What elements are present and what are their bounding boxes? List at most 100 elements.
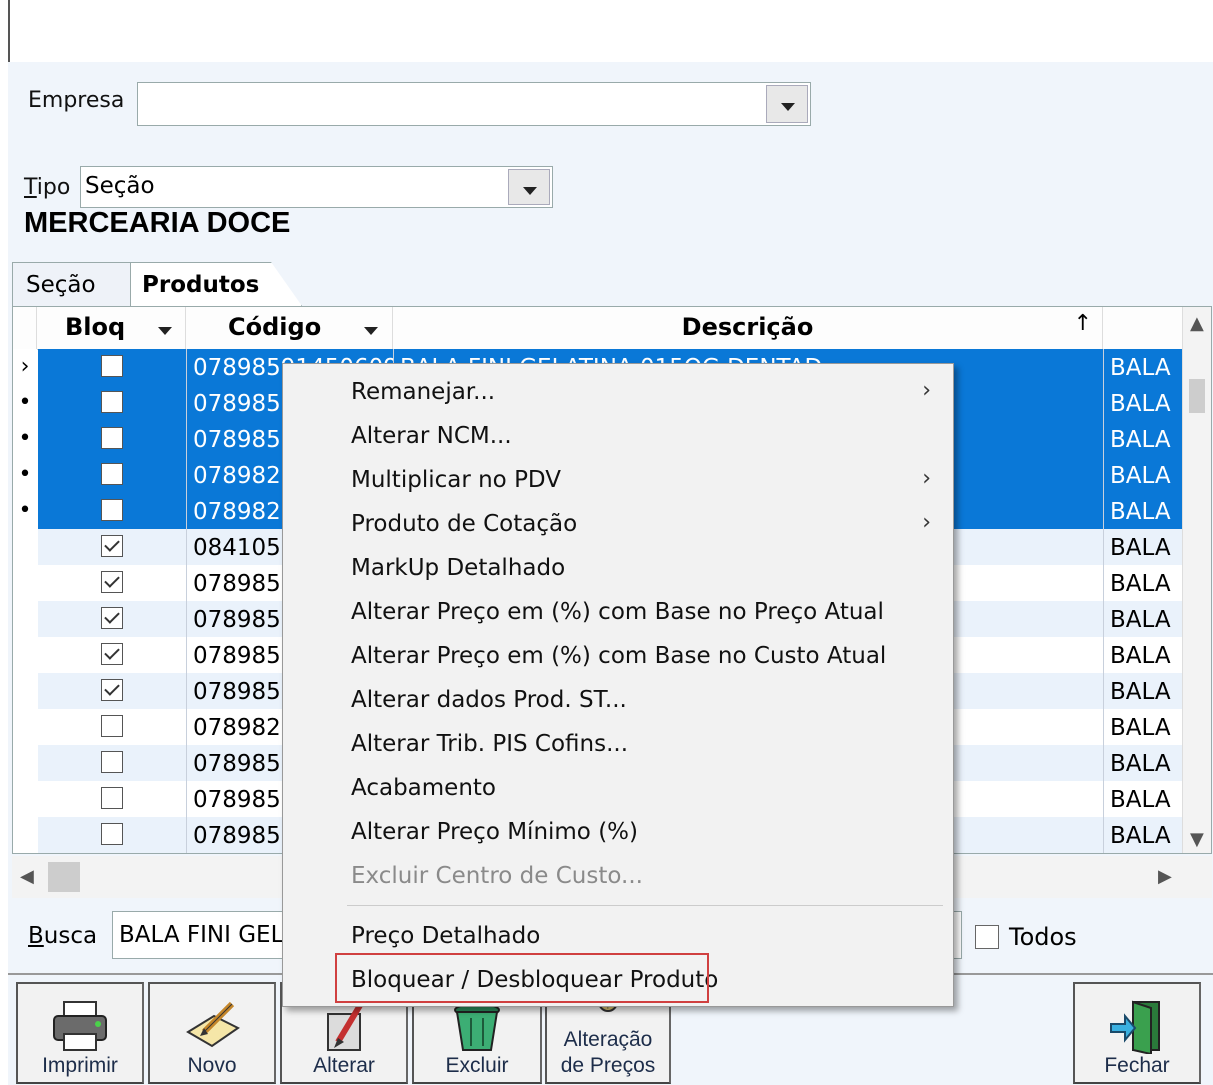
- horizontal-scroll-thumb[interactable]: [48, 862, 80, 892]
- bloq-checkbox[interactable]: [101, 679, 123, 701]
- scroll-down-icon[interactable]: ▼: [1190, 829, 1204, 850]
- sort-ascending-icon[interactable]: ↑: [1074, 311, 1092, 336]
- extra-cell: BALA F: [1103, 817, 1183, 853]
- menu-item-markup-detalhado[interactable]: MarkUp Detalhado: [283, 546, 953, 590]
- submenu-chevron-icon: ›: [922, 378, 931, 403]
- tab-secao[interactable]: Seção: [12, 262, 132, 306]
- tipo-combo[interactable]: Seção: [80, 166, 553, 208]
- extra-cell: BALA F: [1103, 385, 1183, 421]
- menu-item-label: Produto de Cotação: [351, 511, 578, 537]
- section-name: MERCEARIA DOCE: [24, 207, 291, 239]
- bloq-checkbox[interactable]: [101, 463, 123, 485]
- scroll-right-icon[interactable]: ▶: [1158, 866, 1172, 887]
- bloq-cell[interactable]: [38, 385, 186, 421]
- menu-item-alterar-ncm[interactable]: Alterar NCM...: [283, 414, 953, 458]
- col-descricao[interactable]: Descrição ↑: [393, 307, 1103, 349]
- row-indicator: [13, 781, 37, 817]
- scroll-left-icon[interactable]: ◀: [20, 866, 34, 887]
- bloq-checkbox[interactable]: [101, 751, 123, 773]
- bloq-cell[interactable]: [38, 745, 186, 781]
- tipo-label: Tipo: [24, 175, 71, 200]
- tab-produtos[interactable]: Produtos: [130, 262, 302, 306]
- menu-item-acabamento[interactable]: Acabamento: [283, 766, 953, 810]
- row-indicator: •: [13, 421, 37, 457]
- bloq-checkbox[interactable]: [101, 571, 123, 593]
- row-indicator: [13, 745, 37, 781]
- menu-item-label: Multiplicar no PDV: [351, 467, 561, 493]
- menu-item-alterar-preco-em-com-base-no-custo-atual[interactable]: Alterar Preço em (%) com Base no Custo A…: [283, 634, 953, 678]
- menu-item-label: Preço Detalhado: [351, 923, 541, 949]
- bloq-filter-arrow-icon[interactable]: [158, 327, 172, 335]
- menu-item-label: Alterar Trib. PIS Cofins...: [351, 731, 629, 757]
- menu-item-alterar-preco-minimo[interactable]: Alterar Preço Mínimo (%): [283, 810, 953, 854]
- menu-item-label: Alterar Preço Mínimo (%): [351, 819, 638, 845]
- extra-cell: BALA F: [1103, 421, 1183, 457]
- todos-checkbox-box[interactable]: [975, 925, 999, 949]
- bloq-cell[interactable]: [38, 637, 186, 673]
- row-indicator: [13, 637, 37, 673]
- imprimir-button[interactable]: Imprimir: [16, 982, 144, 1084]
- bloq-cell[interactable]: [38, 817, 186, 853]
- tipo-dropdown-arrow-icon[interactable]: [508, 169, 550, 205]
- bloq-cell[interactable]: [38, 421, 186, 457]
- extra-cell: BALA F: [1103, 601, 1183, 637]
- bloq-checkbox[interactable]: [101, 355, 123, 377]
- menu-item-remanejar[interactable]: Remanejar... ›: [283, 370, 953, 414]
- bloq-cell[interactable]: [38, 601, 186, 637]
- col-bloq[interactable]: Bloq: [38, 307, 186, 349]
- menu-item-alterar-trib-pis-cofins[interactable]: Alterar Trib. PIS Cofins...: [283, 722, 953, 766]
- printer-icon: [53, 1001, 107, 1051]
- fechar-button[interactable]: Fechar: [1073, 982, 1201, 1084]
- bloq-cell[interactable]: [38, 349, 186, 385]
- bloq-cell[interactable]: [38, 457, 186, 493]
- window-edge: [8, 0, 10, 62]
- busca-label: Busca: [28, 923, 98, 949]
- bloq-checkbox[interactable]: [101, 391, 123, 413]
- bloq-cell[interactable]: [38, 565, 186, 601]
- codigo-filter-arrow-icon[interactable]: [364, 327, 378, 335]
- empresa-combo[interactable]: [137, 82, 811, 126]
- menu-item-alterar-preco-em-com-base-no-preco-atual[interactable]: Alterar Preço em (%) com Base no Preço A…: [283, 590, 953, 634]
- vertical-scroll-thumb[interactable]: [1189, 379, 1205, 413]
- col-extra[interactable]: [1103, 307, 1183, 349]
- row-indicator: [13, 529, 37, 565]
- bloq-cell[interactable]: [38, 529, 186, 565]
- bloq-checkbox[interactable]: [101, 643, 123, 665]
- bloq-checkbox[interactable]: [101, 715, 123, 737]
- vertical-scrollbar[interactable]: ▲ ▼: [1182, 307, 1211, 853]
- menu-item-preco-detalhado[interactable]: Preço Detalhado: [283, 914, 953, 958]
- bloq-cell[interactable]: [38, 781, 186, 817]
- empresa-dropdown-arrow-icon[interactable]: [766, 85, 808, 123]
- tab-bar: Seção Produtos: [12, 262, 1202, 306]
- bloq-checkbox[interactable]: [101, 499, 123, 521]
- menu-separator: [347, 905, 943, 906]
- empresa-label: Empresa: [28, 88, 125, 113]
- context-menu: Remanejar... › Alterar NCM... Multiplicar n…: [282, 363, 954, 1007]
- menu-item-label: Remanejar...: [351, 379, 496, 405]
- scroll-up-icon[interactable]: ▲: [1190, 313, 1204, 334]
- menu-item-label: Alterar Preço em (%) com Base no Custo A…: [351, 643, 887, 669]
- exit-door-icon: [1110, 1000, 1160, 1054]
- bloq-cell[interactable]: [38, 709, 186, 745]
- extra-cell: BALA F: [1103, 673, 1183, 709]
- bloq-checkbox[interactable]: [101, 535, 123, 557]
- bloq-checkbox[interactable]: [101, 823, 123, 845]
- menu-item-label: MarkUp Detalhado: [351, 555, 566, 581]
- bloq-checkbox[interactable]: [101, 607, 123, 629]
- menu-item-multiplicar-no-pdv[interactable]: Multiplicar no PDV ›: [283, 458, 953, 502]
- bloq-checkbox[interactable]: [101, 427, 123, 449]
- row-indicator: •: [13, 385, 37, 421]
- col-codigo[interactable]: Código: [186, 307, 393, 349]
- menu-item-alterar-dados-prod-st[interactable]: Alterar dados Prod. ST...: [283, 678, 953, 722]
- extra-cell: BALA F: [1103, 565, 1183, 601]
- tipo-value: Seção: [85, 173, 155, 199]
- extra-cell: BALA F: [1103, 529, 1183, 565]
- row-indicator: [13, 601, 37, 637]
- bloq-cell[interactable]: [38, 673, 186, 709]
- novo-button[interactable]: Novo: [148, 982, 276, 1084]
- bloq-cell[interactable]: [38, 493, 186, 529]
- menu-item-label: Alterar dados Prod. ST...: [351, 687, 627, 713]
- menu-item-produto-de-cotacao[interactable]: Produto de Cotação ›: [283, 502, 953, 546]
- row-indicator: [13, 817, 37, 853]
- bloq-checkbox[interactable]: [101, 787, 123, 809]
